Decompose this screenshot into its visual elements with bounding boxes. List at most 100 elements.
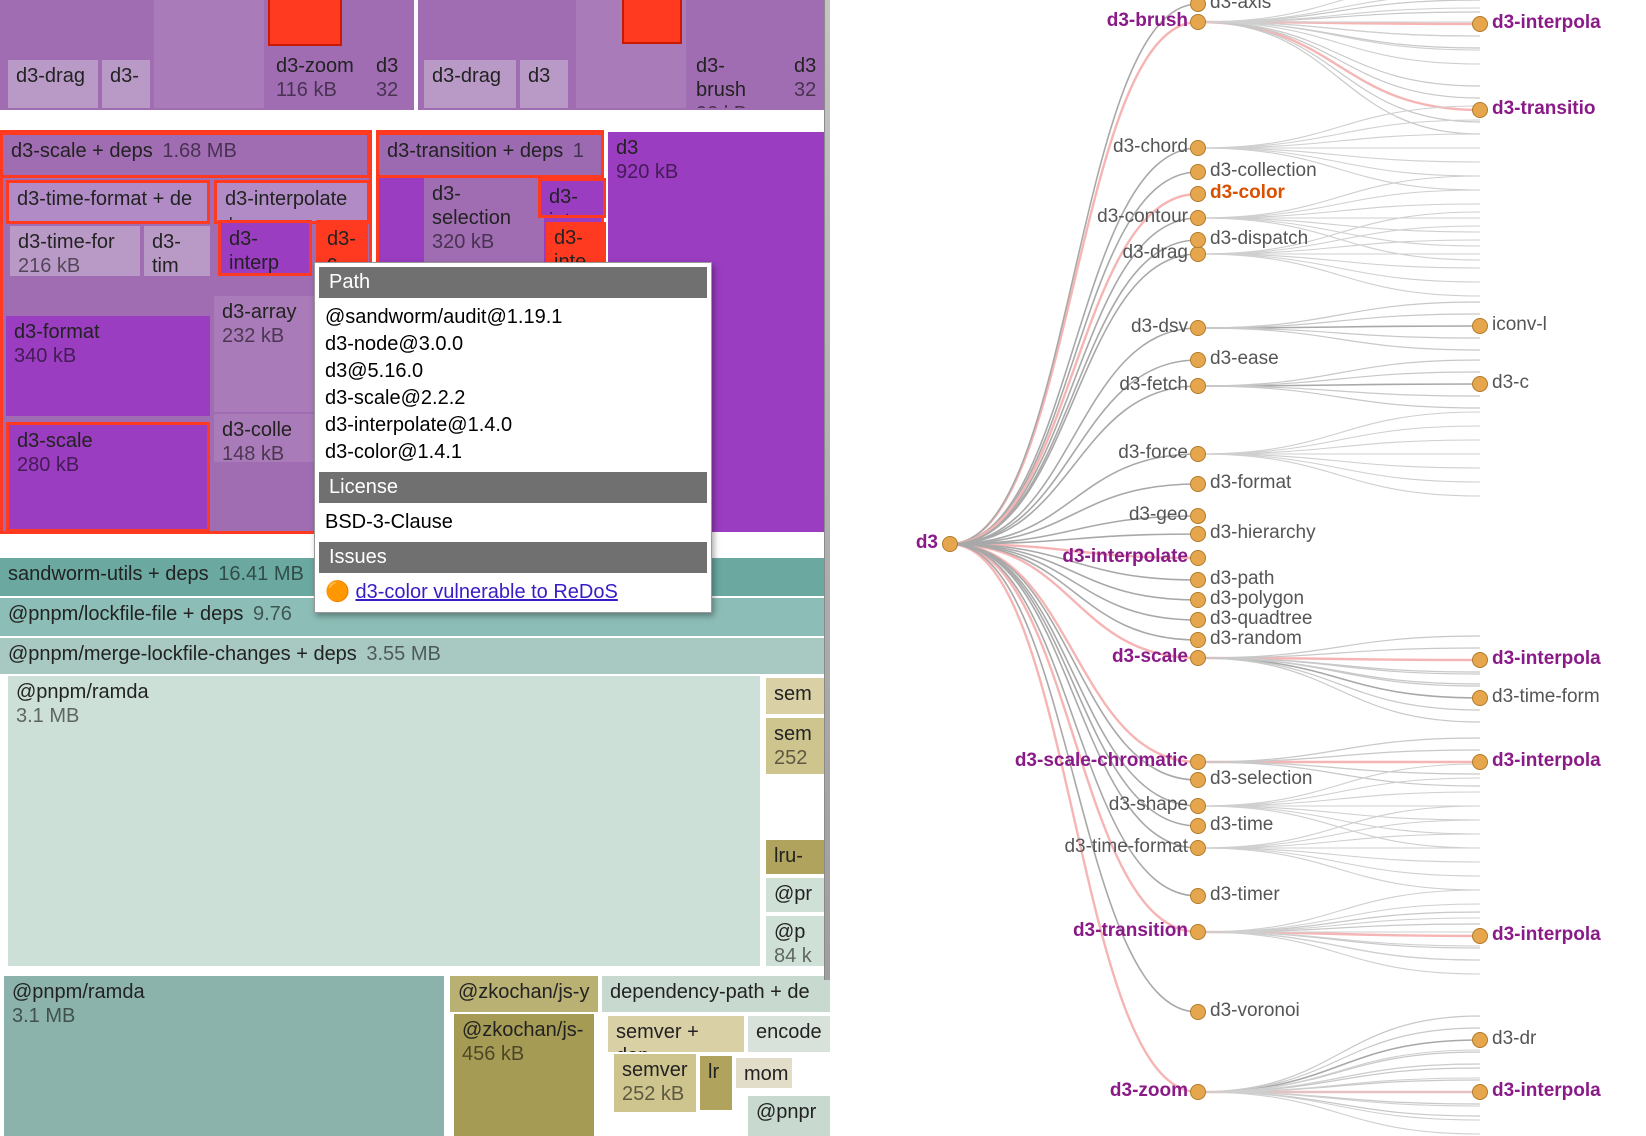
treemap-box-tm-mom[interactable]: mom — [736, 1058, 792, 1088]
treemap-box-tm-d3sel[interactable]: d3-selection320 kB — [424, 178, 544, 270]
tree-node-label-n-scalechrom[interactable]: d3-scale-chromatic — [1015, 750, 1188, 772]
tree-node-dot-n2-timeform[interactable] — [1472, 690, 1488, 706]
tree-node-label-n-quadtree[interactable]: d3-quadtree — [1210, 608, 1312, 630]
tree-node-label-n-transition[interactable]: d3-transition — [1073, 920, 1188, 942]
tree-node-dot-n-hierarchy[interactable] — [1190, 526, 1206, 542]
tree-node-label-n-time[interactable]: d3-time — [1210, 814, 1273, 836]
treemap-box-tm-sem-b[interactable]: sem252 — [766, 718, 826, 774]
tree-node-dot-n-dsv[interactable] — [1190, 320, 1206, 336]
treemap-box-tm-d3scale-deps[interactable]: d3-scale + deps 1.68 MB — [0, 132, 370, 178]
tree-node-label-n2-interp-e[interactable]: d3-interpola — [1492, 924, 1601, 946]
tree-node-dot-n-time[interactable] — [1190, 818, 1206, 834]
issue-link[interactable]: d3-color vulnerable to ReDoS — [355, 581, 617, 603]
treemap-box-tm-d3scale[interactable]: d3-scale280 kB — [6, 422, 210, 532]
tree-node-label-n-shape[interactable]: d3-shape — [1109, 794, 1188, 816]
treemap-box-tm-semver[interactable]: semver252 kB — [614, 1054, 696, 1112]
treemap-box-tm-zk[interactable]: @zkochan/js-456 kB — [454, 1014, 594, 1136]
treemap-box-tm-dformat[interactable]: d3-format340 kB — [6, 316, 210, 416]
tree-node-label-n-selection[interactable]: d3-selection — [1210, 768, 1312, 790]
treemap-box-tm-interp[interactable]: d3-interp164 kB — [218, 220, 312, 276]
treemap-box-tm-interp-plus[interactable]: d3-interpolate + — [214, 180, 370, 224]
tree-root-dot[interactable] — [942, 536, 958, 552]
treemap-box-tm-merge[interactable]: @pnpm/merge-lockfile-changes + deps 3.55… — [0, 638, 830, 674]
tree-node-dot-n-timeformat[interactable] — [1190, 840, 1206, 856]
tree-node-label-n-geo[interactable]: d3-geo — [1129, 504, 1188, 526]
treemap-box-tm-dots-a[interactable] — [154, 0, 264, 108]
tree-node-label-n-collection[interactable]: d3-collection — [1210, 160, 1317, 182]
tree-node-dot-n-ease[interactable] — [1190, 352, 1206, 368]
tree-node-dot-n-scale[interactable] — [1190, 650, 1206, 666]
tree-node-dot-n-dispatch[interactable] — [1190, 232, 1206, 248]
tree-node-dot-n-brush[interactable] — [1190, 14, 1206, 30]
treemap-box-tm-d3drag-a[interactable]: d3-drag — [8, 60, 98, 108]
tree-node-dot-n-drag[interactable] — [1190, 246, 1206, 262]
treemap-box-tm-redtop2[interactable] — [622, 0, 682, 44]
tree-node-dot-n-fetch[interactable] — [1190, 378, 1206, 394]
tree-node-dot-n-voronoi[interactable] — [1190, 1004, 1206, 1020]
tree-node-label-n-voronoi[interactable]: d3-voronoi — [1210, 1000, 1300, 1022]
tree-node-dot-n-zoom[interactable] — [1190, 1084, 1206, 1100]
tree-node-label-n-dsv[interactable]: d3-dsv — [1131, 316, 1188, 338]
tree-node-dot-n2-interp-c[interactable] — [1472, 652, 1488, 668]
treemap-box-tm-encode[interactable]: encode — [748, 1016, 830, 1052]
treemap-box-tm-dtf[interactable]: d3-time-for216 kB — [10, 226, 140, 276]
tree-node-label-n2-interp-d[interactable]: d3-interpola — [1492, 750, 1601, 772]
tree-node-dot-n2-dr[interactable] — [1472, 1032, 1488, 1048]
tree-node-label-n-force[interactable]: d3-force — [1118, 442, 1188, 464]
tree-node-label-n2-dr[interactable]: d3-dr — [1492, 1028, 1536, 1050]
tree-node-dot-n-contour[interactable] — [1190, 210, 1206, 226]
treemap-box-tm-lru[interactable]: lru- — [766, 840, 826, 874]
tree-node-dot-n-scalechrom[interactable] — [1190, 754, 1206, 770]
treemap-box-tm-d3drag-b[interactable]: d3- — [102, 60, 150, 108]
tree-node-dot-n-transition[interactable] — [1190, 924, 1206, 940]
tree-node-label-n-polygon[interactable]: d3-polygon — [1210, 588, 1304, 610]
treemap-box-tm-ramda[interactable]: @pnpm/ramda3.1 MB — [8, 676, 760, 966]
treemap-box-tm-d3zoom[interactable]: d3-zoom116 kB — [268, 50, 364, 108]
tree-node-dot-n2-interp-f[interactable] — [1472, 1084, 1488, 1100]
tree-node-dot-n-chord[interactable] — [1190, 140, 1206, 156]
treemap-box-tm-dep-path[interactable]: dependency-path + de — [602, 976, 830, 1012]
tree-node-dot-n2-interp-e[interactable] — [1472, 928, 1488, 944]
tree-node-dot-n2-interp-a[interactable] — [1472, 16, 1488, 32]
tree-node-label-n-scale[interactable]: d3-scale — [1112, 646, 1188, 668]
tree-node-label-n2-interp-f[interactable]: d3-interpola — [1492, 1080, 1601, 1102]
tree-node-label-n-ease[interactable]: d3-ease — [1210, 348, 1279, 370]
treemap-box-tm-sem-a[interactable]: sem — [766, 678, 826, 714]
tree-node-label-n2-interp-c[interactable]: d3-interpola — [1492, 648, 1601, 670]
tree-node-label-n-zoom[interactable]: d3-zoom — [1110, 1080, 1188, 1102]
tree-node-dot-n-collection[interactable] — [1190, 164, 1206, 180]
tree-node-dot-n-interpolate[interactable] — [1190, 550, 1206, 566]
tree-node-label-n-chord[interactable]: d3-chord — [1113, 136, 1188, 158]
tree-node-label-n2-trans[interactable]: d3-transitio — [1492, 98, 1595, 120]
tree-node-label-n-timeformat[interactable]: d3-time-format — [1064, 836, 1188, 858]
tree-node-label-n-random[interactable]: d3-random — [1210, 628, 1302, 650]
tree-node-label-n-drag[interactable]: d3-drag — [1123, 242, 1189, 264]
treemap-box-tm-d3trans-deps[interactable]: d3-transition + deps 1 — [376, 132, 604, 178]
tree-node-label-n2-interp-a[interactable]: d3-interpola — [1492, 12, 1601, 34]
tree-node-label-n-format[interactable]: d3-format — [1210, 472, 1291, 494]
tree-node-label-n-contour[interactable]: d3-contour — [1097, 206, 1188, 228]
treemap-box-tm-zk-title[interactable]: @zkochan/js-y — [450, 976, 598, 1012]
tree-node-dot-n-geo[interactable] — [1190, 508, 1206, 524]
tree-node-label-n-interpolate[interactable]: d3-interpolate — [1062, 546, 1188, 568]
tree-root-label[interactable]: d3 — [916, 532, 938, 554]
tree-node-dot-n-random[interactable] — [1190, 632, 1206, 648]
tree-node-label-n-brush[interactable]: d3-brush — [1107, 10, 1188, 32]
tree-node-dot-n-path[interactable] — [1190, 572, 1206, 588]
treemap-box-tm-pr[interactable]: @pr — [766, 878, 826, 912]
treemap-box-tm-dtime[interactable]: d3-tim124 kB — [144, 226, 210, 276]
treemap-box-tm-ramda2[interactable]: @pnpm/ramda3.1 MB — [4, 976, 444, 1136]
tree-node-label-n-axis[interactable]: d3-axis — [1210, 0, 1271, 14]
tree-node-label-n-path[interactable]: d3-path — [1210, 568, 1274, 590]
tree-node-dot-n-format[interactable] — [1190, 476, 1206, 492]
tree-node-dot-n-shape[interactable] — [1190, 798, 1206, 814]
treemap-box-tm-d3interp2[interactable]: d3-interp — [538, 178, 606, 218]
tree-node-label-n-fetch[interactable]: d3-fetch — [1119, 374, 1188, 396]
treemap-box-tm-pnpr[interactable]: @pnpr — [748, 1096, 830, 1136]
treemap-box-tm-d3brush[interactable]: d3-brush92 kB — [688, 50, 782, 108]
tree-node-label-n-dispatch[interactable]: d3-dispatch — [1210, 228, 1308, 250]
treemap-box-tm-d3drag-d[interactable]: d3 — [520, 60, 568, 108]
tree-node-dot-n2-iconv[interactable] — [1472, 318, 1488, 334]
tree-node-dot-n-force[interactable] — [1190, 446, 1206, 462]
tree-node-label-n-timer[interactable]: d3-timer — [1210, 884, 1280, 906]
